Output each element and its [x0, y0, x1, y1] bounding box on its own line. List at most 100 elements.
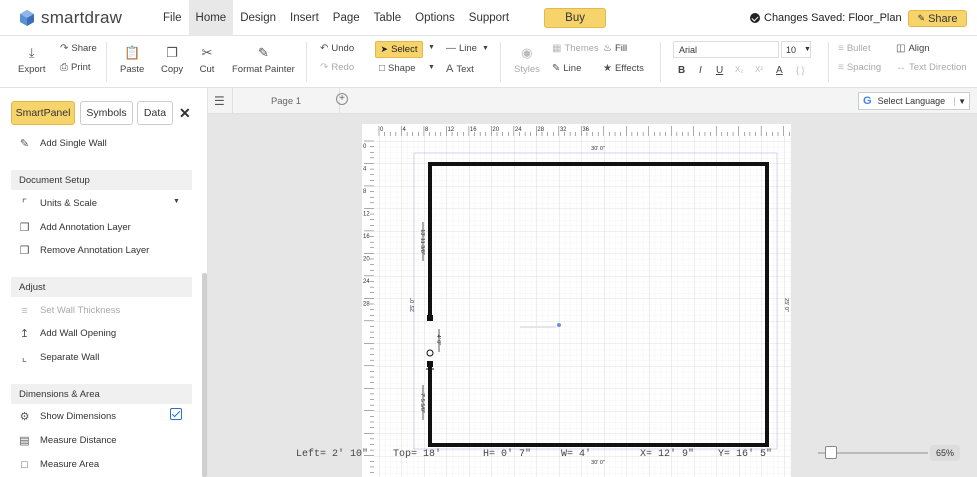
shape-dropdown[interactable]: ▼: [428, 64, 435, 71]
line-tool-button[interactable]: — Line ▼: [446, 43, 489, 54]
add-wall-opening-item[interactable]: ↥ Add Wall Opening: [18, 327, 116, 340]
paint-brush-icon: ✎: [257, 45, 269, 60]
center-point[interactable]: [557, 323, 561, 327]
selection-handle[interactable]: [427, 315, 433, 321]
menu-file[interactable]: File: [156, 0, 189, 36]
status-height: H= 0' 7": [483, 449, 532, 460]
share-arrow-icon: ↷: [60, 43, 69, 54]
fill-button[interactable]: ♨ Fill: [603, 43, 627, 54]
ruler-icon: ▤: [19, 435, 30, 447]
bullet-list-icon: ≡: [838, 43, 844, 54]
menu-support[interactable]: Support: [462, 0, 516, 36]
measure-area-item[interactable]: □ Measure Area: [18, 458, 99, 471]
rotate-handle[interactable]: [426, 349, 434, 357]
paint-bucket-icon: ♨: [603, 43, 612, 54]
ruler-label: 16: [470, 127, 477, 133]
cut-button[interactable]: ✂ Cut: [199, 45, 215, 75]
tab-symbols[interactable]: Symbols: [80, 101, 133, 125]
chevron-down-icon: ▼: [481, 45, 489, 52]
font-family-select[interactable]: Arial: [673, 41, 779, 58]
menu-table[interactable]: Table: [367, 0, 409, 36]
menu-design[interactable]: Design: [233, 0, 283, 36]
units-scale-item[interactable]: ⌜ Units & Scale: [18, 197, 97, 210]
menu-page[interactable]: Page: [326, 0, 367, 36]
measure-distance-item[interactable]: ▤ Measure Distance: [18, 434, 116, 447]
separate-wall-item[interactable]: ⌞ Separate Wall: [18, 351, 99, 364]
add-single-wall-item[interactable]: ✎ Add Single Wall: [18, 137, 107, 150]
remove-annotation-layer-item[interactable]: ❐ Remove Annotation Layer: [18, 244, 150, 257]
drawing-sheet[interactable]: 0 4 8 12 16 20 24 28 32 36 0481216202428 30' 0" 3…: [362, 124, 791, 477]
bullet-button[interactable]: ≡ Bullet: [838, 43, 871, 54]
tab-data[interactable]: Data: [137, 101, 173, 125]
tab-smartpanel[interactable]: SmartPanel: [11, 101, 75, 125]
section-adjust[interactable]: Adjust: [11, 277, 192, 297]
thickness-icon: ≡: [21, 304, 28, 317]
subscript-button[interactable]: X₂: [735, 65, 743, 74]
panel-scrollbar[interactable]: [202, 273, 207, 477]
page-tab-1[interactable]: Page 1: [232, 88, 340, 114]
zoom-slider-thumb[interactable]: [825, 446, 837, 459]
grid: [374, 136, 791, 477]
text-tool-button[interactable]: A Text: [446, 63, 474, 75]
paste-button[interactable]: 📋 Paste: [120, 45, 144, 75]
ruler-label: 12: [363, 211, 370, 217]
line-style-button[interactable]: ✎ Line: [552, 63, 581, 74]
spacing-button[interactable]: ≡ Spacing: [838, 62, 881, 73]
buy-button[interactable]: Buy: [544, 7, 607, 28]
clipboard-icon: 📋: [124, 45, 141, 60]
show-dimensions-item[interactable]: ⚙ Show Dimensions: [18, 410, 116, 423]
format-painter-button[interactable]: ✎ Format Painter: [232, 45, 295, 75]
italic-button[interactable]: I: [699, 65, 702, 76]
ruler-label: 28: [537, 127, 544, 133]
share-button[interactable]: ✎ Share: [908, 10, 967, 27]
font-size-select[interactable]: 10 ▼: [781, 41, 811, 58]
chevron-down-icon[interactable]: ▼: [173, 198, 180, 205]
underline-button[interactable]: U: [716, 65, 723, 76]
share-ribbon-button[interactable]: ↷ Share: [60, 43, 97, 54]
status-width: W= 4': [561, 449, 592, 460]
show-dimensions-checkbox[interactable]: [170, 408, 182, 420]
export-button[interactable]: ⤓ Export: [18, 45, 45, 75]
dim-opening-label: 4' 0": [435, 335, 441, 346]
app-name: smartdraw: [41, 7, 123, 27]
copy-button[interactable]: ❐ Copy: [161, 45, 183, 75]
pencil-icon: ✎: [552, 63, 561, 74]
dim-lower-segment-label: 7' 5 5/8": [419, 393, 425, 413]
align-button[interactable]: ◫ Align: [896, 43, 930, 54]
menu-insert[interactable]: Insert: [283, 0, 326, 36]
copy-icon: ❐: [166, 45, 178, 60]
text-direction-button[interactable]: ↔ Text Direction: [896, 62, 967, 73]
ribbon-divider: [106, 42, 107, 82]
layers-icon: ❐: [19, 245, 30, 257]
dim-upper-segment-label: 13' 11 3/8": [419, 229, 425, 255]
shape-tool-button[interactable]: □ Shape: [379, 63, 416, 74]
language-select[interactable]: G Select Language ▼: [858, 92, 970, 110]
effects-button[interactable]: ★ Effects: [603, 63, 644, 74]
undo-button[interactable]: ↶ Undo: [320, 43, 354, 54]
text-fit-button[interactable]: { }: [796, 65, 805, 75]
font-color-button[interactable]: A: [776, 65, 783, 76]
close-icon[interactable]: ✕: [179, 105, 191, 122]
save-status-text: Changes Saved: Floor_Plan: [764, 12, 902, 24]
share-label: Share: [928, 12, 958, 25]
save-status: Changes Saved: Floor_Plan: [750, 0, 902, 36]
bold-button[interactable]: B: [678, 65, 685, 76]
superscript-button[interactable]: X²: [755, 65, 763, 74]
check-circle-icon: [750, 13, 760, 23]
select-dropdown[interactable]: ▼: [428, 44, 435, 51]
styles-button[interactable]: ◉ Styles: [514, 45, 540, 75]
menu-home[interactable]: Home: [188, 0, 234, 36]
set-wall-thickness-item[interactable]: ≡ Set Wall Thickness: [18, 304, 120, 317]
share-icon: ✎: [917, 13, 926, 23]
print-button[interactable]: ⎙ Print: [60, 62, 91, 73]
status-left: Left= 2' 10": [296, 449, 369, 460]
add-page-icon[interactable]: +: [336, 93, 348, 105]
menu-options[interactable]: Options: [408, 0, 462, 36]
page-list-icon[interactable]: ☰: [214, 94, 225, 108]
select-button[interactable]: ➤ Select: [375, 41, 423, 58]
section-document-setup[interactable]: Document Setup: [11, 170, 192, 190]
redo-button[interactable]: ↷ Redo: [320, 62, 354, 73]
section-dimensions-area[interactable]: Dimensions & Area: [11, 384, 192, 404]
themes-button[interactable]: ▦ Themes: [552, 43, 599, 54]
add-annotation-layer-item[interactable]: ❐ Add Annotation Layer: [18, 221, 131, 234]
